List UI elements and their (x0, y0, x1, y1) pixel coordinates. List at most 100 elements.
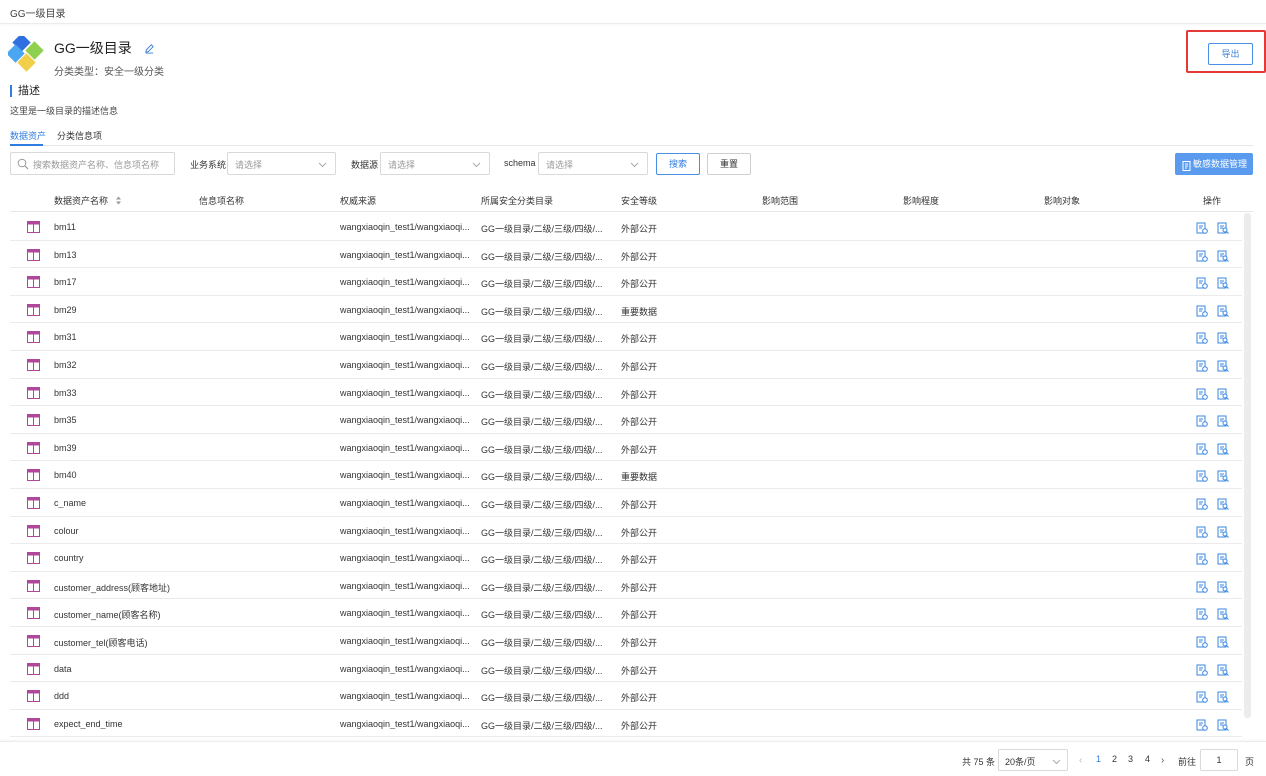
table-row[interactable]: bm32 wangxiaoqin_test1/wangxiaoqi... GG一级目… (10, 351, 1242, 379)
table-row[interactable]: customer_address(顾客地址) wangxiaoqin_test1/… (10, 572, 1242, 600)
edit-doc-icon[interactable] (1196, 690, 1208, 708)
table-row[interactable]: expect_end_time wangxiaoqin_test1/wangxia… (10, 710, 1242, 738)
pencil-icon[interactable] (144, 41, 155, 59)
cell-asset-name[interactable]: expect_end_time (54, 719, 194, 729)
cell-asset-name[interactable]: ddd (54, 691, 194, 701)
edit-doc-icon[interactable] (1196, 525, 1208, 543)
cell-asset-name[interactable]: bm17 (54, 277, 194, 287)
table-row[interactable]: bm17 wangxiaoqin_test1/wangxiaoqi... GG一级目… (10, 268, 1242, 296)
cell-asset-name[interactable]: data (54, 664, 194, 674)
edit-doc-icon[interactable] (1196, 442, 1208, 460)
cell-asset-name[interactable]: bm40 (54, 470, 194, 480)
edit-doc-icon[interactable] (1196, 718, 1208, 736)
reset-button[interactable]: 重置 (707, 153, 751, 175)
edit-doc-icon[interactable] (1196, 469, 1208, 487)
cell-asset-name[interactable]: bm11 (54, 222, 194, 232)
table-row[interactable]: bm11 wangxiaoqin_test1/wangxiaoqi... GG一级目… (10, 213, 1242, 241)
cell-asset-name[interactable]: bm31 (54, 332, 194, 342)
cell-asset-name[interactable]: bm35 (54, 415, 194, 425)
cell-asset-name[interactable]: bm29 (54, 305, 194, 315)
table-row[interactable]: bm33 wangxiaoqin_test1/wangxiaoqi... GG一级目… (10, 379, 1242, 407)
view-doc-icon[interactable] (1217, 635, 1229, 653)
column-header-asset-name[interactable]: 数据资产名称 (54, 194, 122, 207)
edit-doc-icon[interactable] (1196, 497, 1208, 515)
cell-asset-name[interactable]: country (54, 553, 194, 563)
table-row[interactable]: data wangxiaoqin_test1/wangxiaoqi... GG一级目… (10, 655, 1242, 683)
table-row[interactable]: colour wangxiaoqin_test1/wangxiaoqi... GG一… (10, 517, 1242, 545)
edit-doc-icon[interactable] (1196, 304, 1208, 322)
edit-doc-icon[interactable] (1196, 635, 1208, 653)
table-row[interactable]: bm29 wangxiaoqin_test1/wangxiaoqi... GG一级目… (10, 296, 1242, 324)
view-doc-icon[interactable] (1217, 497, 1229, 515)
view-doc-icon[interactable] (1217, 359, 1229, 377)
tab-data-assets[interactable]: 数据资产 (10, 129, 46, 142)
view-doc-icon[interactable] (1217, 331, 1229, 349)
table-scrollbar[interactable] (1244, 213, 1251, 718)
table-row[interactable]: customer_tel(顾客电话) wangxiaoqin_test1/wang… (10, 627, 1242, 655)
tab-classification-items[interactable]: 分类信息项 (57, 129, 102, 142)
goto-page-input[interactable]: 1 (1200, 749, 1238, 771)
cell-asset-name[interactable]: colour (54, 526, 194, 536)
view-doc-icon[interactable] (1217, 304, 1229, 322)
next-page-icon[interactable]: › (1161, 755, 1164, 766)
table-row[interactable]: bm39 wangxiaoqin_test1/wangxiaoqi... GG一级目… (10, 434, 1242, 462)
sensitive-data-button[interactable]: 敏感数据管理 (1175, 153, 1253, 175)
page-2[interactable]: 2 (1112, 754, 1117, 764)
datasource-select[interactable]: 请选择 (380, 152, 490, 175)
sort-icon[interactable] (115, 196, 122, 207)
edit-doc-icon[interactable] (1196, 414, 1208, 432)
view-doc-icon[interactable] (1217, 276, 1229, 294)
view-doc-icon[interactable] (1217, 718, 1229, 736)
cell-asset-name[interactable]: customer_address(顾客地址) (54, 581, 194, 594)
table-row[interactable]: customer_name(顾客名称) wangxiaoqin_test1/wan… (10, 599, 1242, 627)
cell-asset-name[interactable]: bm39 (54, 443, 194, 453)
view-doc-icon[interactable] (1217, 690, 1229, 708)
search-button[interactable]: 搜索 (656, 153, 700, 175)
view-doc-icon[interactable] (1217, 607, 1229, 625)
edit-doc-icon[interactable] (1196, 580, 1208, 598)
cell-asset-name[interactable]: bm13 (54, 250, 194, 260)
page-size-select[interactable]: 20条/页 (998, 749, 1068, 771)
table-row[interactable]: ddd wangxiaoqin_test1/wangxiaoqi... GG一级目录… (10, 682, 1242, 710)
table-row[interactable]: bm35 wangxiaoqin_test1/wangxiaoqi... GG一级目… (10, 406, 1242, 434)
schema-select[interactable]: 请选择 (538, 152, 648, 175)
view-doc-icon[interactable] (1217, 525, 1229, 543)
edit-doc-icon[interactable] (1196, 663, 1208, 681)
table-row[interactable]: bm31 wangxiaoqin_test1/wangxiaoqi... GG一级目… (10, 323, 1242, 351)
cell-asset-name[interactable]: customer_tel(顾客电话) (54, 636, 194, 649)
view-doc-icon[interactable] (1217, 221, 1229, 239)
cell-asset-name[interactable]: customer_name(顾客名称) (54, 608, 194, 621)
view-doc-icon[interactable] (1217, 387, 1229, 405)
edit-doc-icon[interactable] (1196, 387, 1208, 405)
view-doc-icon[interactable] (1217, 249, 1229, 267)
cell-asset-name[interactable]: bm33 (54, 388, 194, 398)
table-row[interactable]: bm40 wangxiaoqin_test1/wangxiaoqi... GG一级目… (10, 461, 1242, 489)
business-system-select[interactable]: 请选择 (227, 152, 336, 175)
edit-doc-icon[interactable] (1196, 276, 1208, 294)
export-button[interactable]: 导出 (1208, 43, 1253, 65)
edit-doc-icon[interactable] (1196, 331, 1208, 349)
table-row[interactable]: c_name wangxiaoqin_test1/wangxiaoqi... GG一… (10, 489, 1242, 517)
edit-doc-icon[interactable] (1196, 552, 1208, 570)
view-doc-icon[interactable] (1217, 580, 1229, 598)
page-1[interactable]: 1 (1096, 754, 1101, 764)
table-row[interactable]: bm13 wangxiaoqin_test1/wangxiaoqi... GG一级目… (10, 241, 1242, 269)
view-doc-icon[interactable] (1217, 663, 1229, 681)
view-doc-icon[interactable] (1217, 469, 1229, 487)
prev-page-icon[interactable]: ‹ (1079, 755, 1082, 766)
page-4[interactable]: 4 (1145, 754, 1150, 764)
edit-doc-icon[interactable] (1196, 607, 1208, 625)
view-doc-icon[interactable] (1217, 414, 1229, 432)
cell-asset-name[interactable]: c_name (54, 498, 194, 508)
search-input[interactable]: 搜索数据资产名称、信息项名称 (10, 152, 175, 175)
edit-doc-icon[interactable] (1196, 249, 1208, 267)
view-doc-icon[interactable] (1217, 552, 1229, 570)
table-row[interactable]: country wangxiaoqin_test1/wangxiaoqi... GG… (10, 544, 1242, 572)
cell-catalog: GG一级目录/二级/三级/四级/... (481, 389, 603, 400)
edit-doc-icon[interactable] (1196, 359, 1208, 377)
view-doc-icon[interactable] (1217, 442, 1229, 460)
cell-asset-name[interactable]: bm32 (54, 360, 194, 370)
page-3[interactable]: 3 (1128, 754, 1133, 764)
edit-doc-icon[interactable] (1196, 221, 1208, 239)
cell-catalog: GG一级目录/二级/三级/四级/... (481, 417, 603, 428)
